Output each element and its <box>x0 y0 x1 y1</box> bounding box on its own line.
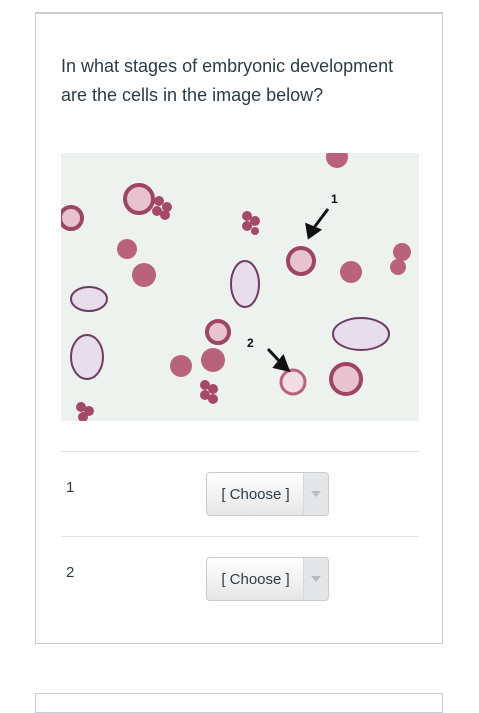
choose-select-2[interactable]: [ Choose ] <box>206 557 329 601</box>
embryo-cells-image: 1 2 <box>61 153 419 421</box>
answer-label-2: 2 <box>66 564 75 581</box>
figure-label-1: 1 <box>331 192 338 206</box>
choose-select-1[interactable]: [ Choose ] <box>206 472 329 516</box>
question-card: In what stages of embryonic development … <box>35 12 443 644</box>
question-text: In what stages of embryonic development … <box>61 56 394 105</box>
figure-label-2: 2 <box>247 336 254 350</box>
chevron-down-icon <box>303 558 328 600</box>
divider <box>61 536 419 537</box>
next-question-card <box>35 693 443 713</box>
answer-label-1: 1 <box>66 479 75 496</box>
chevron-down-icon <box>303 473 328 515</box>
divider <box>61 451 419 452</box>
